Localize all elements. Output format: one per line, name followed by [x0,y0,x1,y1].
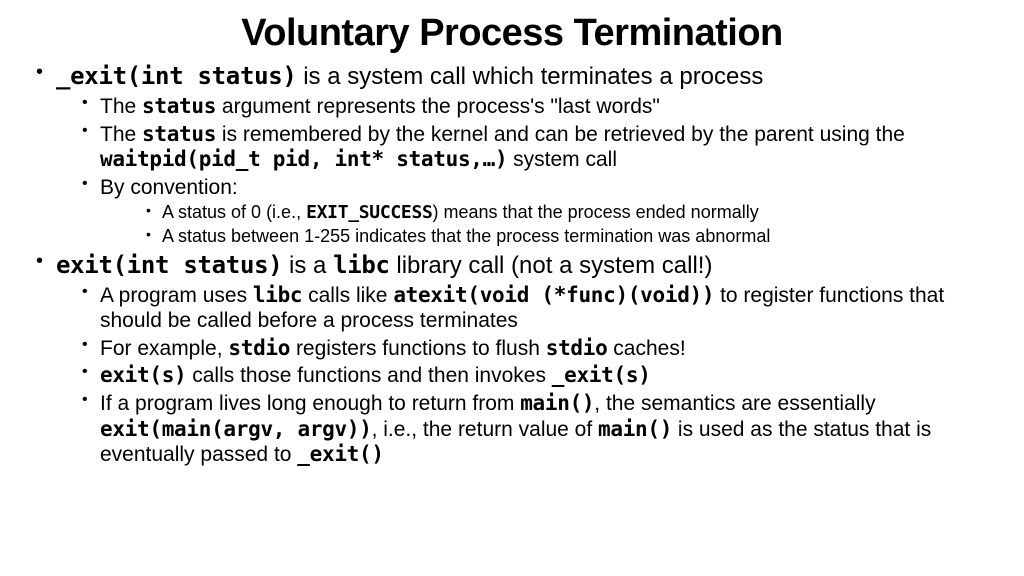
code-span: _exit(int status) [56,62,297,90]
text: For example, [100,337,228,360]
text: If a program lives long enough to return… [100,392,520,415]
text: argument represents the process's "last … [216,95,660,118]
text: The [100,95,142,118]
code-span: libc [333,251,390,279]
list-item: For example, stdio registers functions t… [56,336,994,362]
list-item: A program uses libc calls like atexit(vo… [56,283,994,334]
code-span: status [142,94,216,118]
list-item: _exit(int status) is a system call which… [30,61,994,248]
text: By convention: [100,176,238,199]
code-span: libc [253,283,302,307]
list-item: The status is remembered by the kernel a… [56,122,994,173]
code-span: main() [520,391,594,415]
text: A status between 1-255 indicates that th… [162,226,770,246]
list-item: exit(s) calls those functions and then i… [56,363,994,389]
text: A status of 0 (i.e., [162,202,306,222]
text: library call (not a system call!) [390,252,713,279]
bullet-list: _exit(int status) is a system call which… [30,61,994,468]
text: ) means that the process ended normally [433,202,759,222]
text: is a system call which terminates a proc… [297,63,764,90]
code-span: exit(s) [100,363,186,387]
text: calls like [302,284,393,307]
code-span: exit(int status) [56,251,282,279]
text: The [100,123,142,146]
code-span: stdio [546,336,608,360]
code-span: main() [598,417,672,441]
list-item: A status between 1-255 indicates that th… [100,226,994,248]
code-span: EXIT_SUCCESS [306,202,432,223]
list-item: A status of 0 (i.e., EXIT_SUCCESS) means… [100,202,994,224]
text: , the semantics are essentially [594,392,875,415]
list-item: exit(int status) is a libc library call … [30,250,994,468]
text: registers functions to flush [290,337,546,360]
text: system call [507,148,617,171]
code-span: atexit(void (*func)(void)) [393,283,714,307]
list-item: The status argument represents the proce… [56,94,994,120]
text: is a [282,252,333,279]
text: calls those functions and then invokes [186,364,551,387]
text: caches! [607,337,685,360]
text: , i.e., the return value of [372,418,598,441]
text: is remembered by the kernel and can be r… [216,123,905,146]
code-span: _exit(s) [552,363,651,387]
code-span: _exit() [297,442,383,466]
list-item: By convention: A status of 0 (i.e., EXIT… [56,175,994,248]
code-span: exit(main(argv, argv)) [100,417,372,441]
page-title: Voluntary Process Termination [30,12,994,55]
text: A program uses [100,284,253,307]
list-item: If a program lives long enough to return… [56,391,994,468]
code-span: waitpid(pid_t pid, int* status,…) [100,147,507,171]
code-span: status [142,122,216,146]
code-span: stdio [228,336,290,360]
